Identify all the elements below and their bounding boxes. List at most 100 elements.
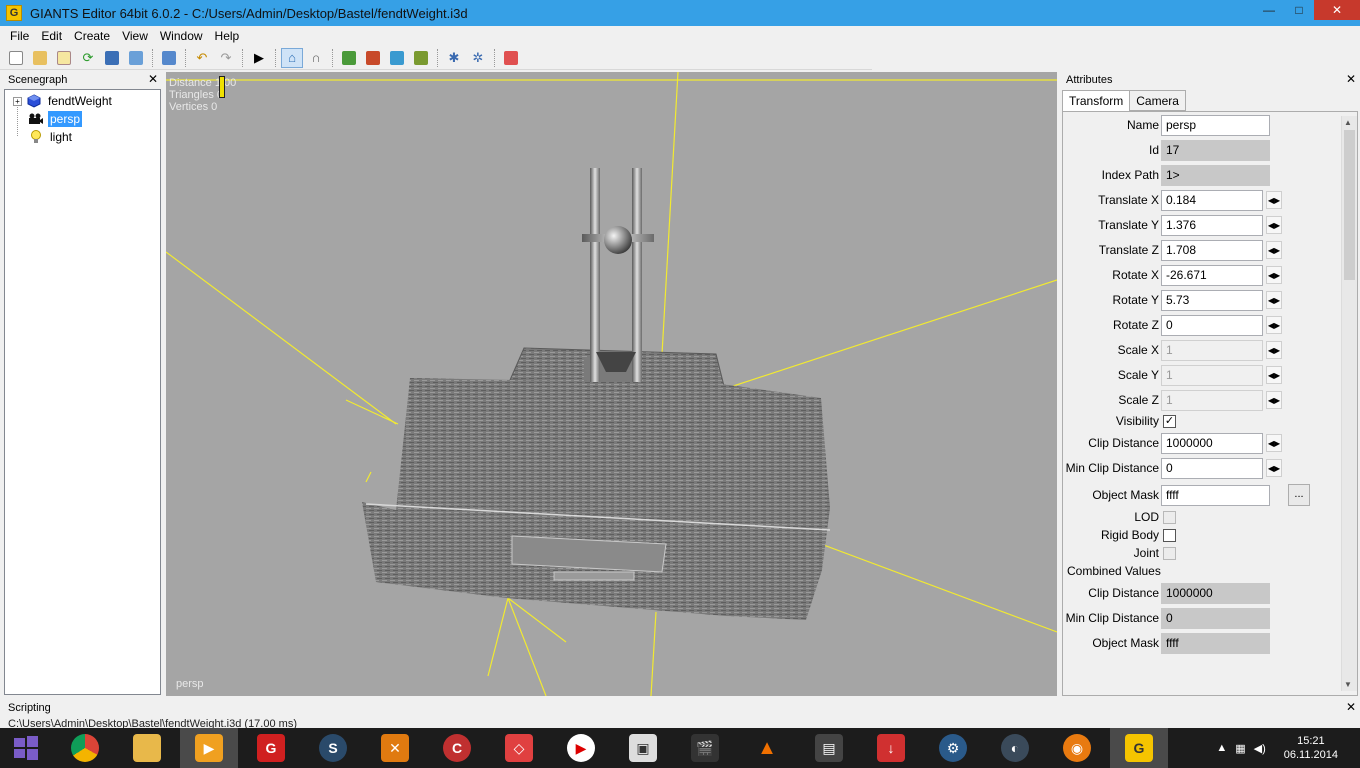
expand-icon[interactable]: +	[13, 96, 22, 106]
tree-node-persp[interactable]: persp	[5, 110, 160, 128]
tree-icon[interactable]	[410, 48, 432, 68]
tree-node-fendtweight[interactable]: + fendtWeight	[5, 92, 160, 110]
paint-terrain-icon[interactable]	[362, 48, 384, 68]
scenegraph-close-button[interactable]: ✕	[148, 72, 158, 86]
attributes-close-button[interactable]: ✕	[1346, 72, 1356, 86]
tree-node-light[interactable]: light	[5, 128, 160, 146]
name-label: Name	[1126, 118, 1159, 132]
open-folder-icon[interactable]	[29, 48, 51, 68]
scrollbar-thumb[interactable]	[1344, 130, 1355, 280]
play-icon[interactable]: ▶	[248, 48, 270, 68]
translate-y-stepper[interactable]: ◀▶	[1266, 216, 1282, 234]
scale-x-field[interactable]	[1161, 339, 1263, 361]
fs-taskbar-icon[interactable]: ✕	[366, 728, 424, 768]
menu-create[interactable]: Create	[68, 29, 116, 43]
download-taskbar-icon[interactable]: ↓	[862, 728, 920, 768]
menu-help[interactable]: Help	[209, 29, 246, 43]
scale-z-field[interactable]	[1161, 389, 1263, 411]
object-mask-browse-button[interactable]: ...	[1288, 484, 1310, 506]
close-button[interactable]: ✕	[1314, 0, 1360, 20]
blender-taskbar-icon[interactable]: ◉	[1048, 728, 1106, 768]
scripting-panel: Scripting ✕ C:\Users\Admin\Desktop\Baste…	[0, 700, 1360, 730]
rotate-x-stepper[interactable]: ◀▶	[1266, 266, 1282, 284]
undo-icon[interactable]: ↶	[191, 48, 213, 68]
scale-y-stepper[interactable]: ◀▶	[1266, 366, 1282, 384]
start-button[interactable]	[0, 728, 52, 768]
clip-distance-field[interactable]	[1161, 432, 1263, 454]
giants-red-taskbar-icon[interactable]: G	[242, 728, 300, 768]
monitor-taskbar-icon[interactable]: ▣	[614, 728, 672, 768]
terrain-icon[interactable]	[338, 48, 360, 68]
vlc-taskbar-icon[interactable]: ▲	[738, 728, 796, 768]
magnet-icon[interactable]: ∩	[305, 48, 327, 68]
clock[interactable]: 15:21 06.11.2014	[1284, 734, 1338, 762]
menu-view[interactable]: View	[116, 29, 154, 43]
tab-transform[interactable]: Transform	[1062, 90, 1131, 112]
translate-x-field[interactable]	[1161, 189, 1263, 211]
scroll-up-icon[interactable]: ▲	[1344, 118, 1352, 127]
lod-checkbox[interactable]	[1163, 510, 1176, 524]
joint-checkbox[interactable]	[1163, 546, 1176, 560]
visibility-checkbox[interactable]: ✓	[1163, 414, 1176, 428]
translate-x-stepper[interactable]: ◀▶	[1266, 191, 1282, 209]
3d-viewport[interactable]: Distance 1.00 Triangles 0 Vertices 0 per…	[166, 72, 1057, 696]
translate-y-field[interactable]	[1161, 214, 1263, 236]
player-taskbar-icon[interactable]: ▶	[552, 728, 610, 768]
id-label: Id	[1148, 143, 1159, 157]
media-player-taskbar-icon[interactable]: ▶	[180, 728, 238, 768]
file-explorer-taskbar-icon[interactable]	[118, 728, 176, 768]
min-clip-distance-stepper[interactable]: ◀▶	[1266, 459, 1282, 477]
import-icon[interactable]	[158, 48, 180, 68]
index-path-label: Index Path	[1101, 168, 1159, 182]
clip-distance-stepper[interactable]: ◀▶	[1266, 434, 1282, 452]
attributes-scrollbar[interactable]: ▲ ▼	[1341, 116, 1357, 691]
clock-date: 06.11.2014	[1283, 749, 1338, 761]
reload-icon[interactable]: ⟳	[77, 48, 99, 68]
menu-file[interactable]: File	[4, 29, 35, 43]
export-icon[interactable]	[125, 48, 147, 68]
scale-x-stepper[interactable]: ◀▶	[1266, 341, 1282, 359]
tray-expand-icon[interactable]: ▲	[1216, 742, 1227, 755]
teamspeak-taskbar-icon[interactable]: ◐	[986, 728, 1044, 768]
menu-window[interactable]: Window	[154, 29, 209, 43]
rigid-body-checkbox[interactable]	[1163, 528, 1176, 542]
foliage-icon[interactable]	[386, 48, 408, 68]
minimize-button[interactable]: —	[1254, 0, 1284, 20]
scripting-close-button[interactable]: ✕	[1346, 700, 1356, 714]
steam-taskbar-icon[interactable]: S	[304, 728, 362, 768]
min-clip-distance-field[interactable]	[1161, 457, 1263, 479]
gear-app-taskbar-icon[interactable]: ⚙	[924, 728, 982, 768]
save-icon[interactable]	[101, 48, 123, 68]
scale-y-field[interactable]	[1161, 364, 1263, 386]
rotate-z-stepper[interactable]: ◀▶	[1266, 316, 1282, 334]
home-icon[interactable]: ⌂	[281, 47, 303, 68]
translate-z-field[interactable]	[1161, 239, 1263, 261]
rotate-y-field[interactable]	[1161, 289, 1263, 311]
translate-z-stepper[interactable]: ◀▶	[1266, 241, 1282, 259]
scale-z-stepper[interactable]: ◀▶	[1266, 391, 1282, 409]
volume-icon[interactable]: ◀)	[1254, 742, 1266, 755]
giants-app-icon[interactable]: G	[6, 5, 22, 21]
rotate-y-stepper[interactable]: ◀▶	[1266, 291, 1282, 309]
network-icon[interactable]: ▦	[1235, 742, 1245, 755]
script-icon[interactable]	[500, 48, 522, 68]
ccleaner-taskbar-icon[interactable]: C	[428, 728, 486, 768]
new-file-icon[interactable]	[5, 48, 27, 68]
pdf-taskbar-icon[interactable]: ◇	[490, 728, 548, 768]
rotate-x-field[interactable]	[1161, 264, 1263, 286]
name-field[interactable]	[1161, 114, 1270, 136]
maximize-button[interactable]: □	[1284, 0, 1314, 20]
tab-camera[interactable]: Camera	[1129, 90, 1186, 111]
edit-file-icon[interactable]	[53, 48, 75, 68]
chrome-taskbar-icon[interactable]	[56, 728, 114, 768]
settings-icon[interactable]: ✱	[443, 48, 465, 68]
rotate-z-field[interactable]	[1161, 314, 1263, 336]
menu-edit[interactable]: Edit	[35, 29, 68, 43]
object-mask-field[interactable]	[1161, 484, 1270, 506]
clapper-taskbar-icon[interactable]: 🎬	[676, 728, 734, 768]
redo-icon[interactable]: ↷	[215, 48, 237, 68]
film-taskbar-icon[interactable]: ▤	[800, 728, 858, 768]
giants-editor-taskbar-icon[interactable]: G	[1110, 728, 1168, 768]
advanced-settings-icon[interactable]: ✲	[467, 48, 489, 68]
scroll-down-icon[interactable]: ▼	[1344, 680, 1352, 689]
